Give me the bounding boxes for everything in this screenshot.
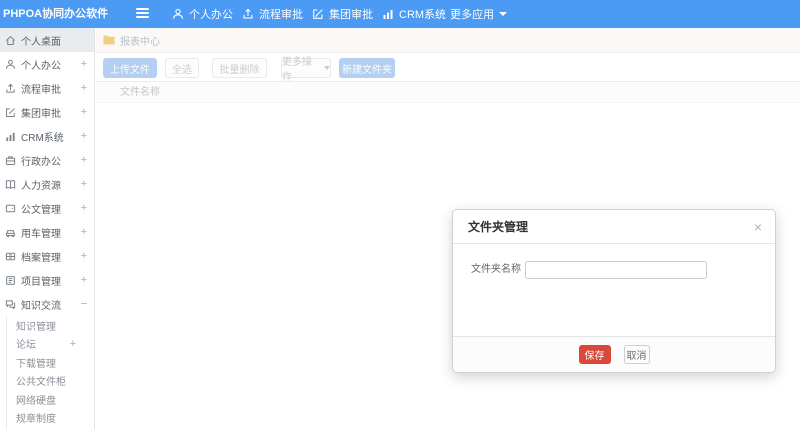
breadcrumb: 报表中心 (96, 28, 800, 53)
nav-item-label: 个人办公 (189, 9, 233, 21)
book-icon (5, 179, 16, 189)
chart-icon (383, 10, 393, 19)
dialog-title: 文件夹管理 (468, 220, 529, 234)
sidebar-item-crm[interactable]: CRM系统 + (0, 124, 94, 148)
sidebar: 个人桌面 个人办公 + 流程审批 + 集团审批 + CRM系统 + 行政办公 +… (0, 28, 95, 429)
dialog-footer: 保存 取消 (453, 336, 775, 372)
sidebar-item-personal-office[interactable]: 个人办公 + (0, 52, 94, 76)
select-all-button[interactable]: 全选 (165, 58, 199, 78)
nav-item-label: 流程审批 (259, 9, 303, 21)
nav-crm-system[interactable]: CRM系统 (382, 0, 446, 28)
expand-icon[interactable]: + (81, 250, 87, 262)
nav-personal-office[interactable]: 个人办公 (172, 0, 233, 28)
expand-icon[interactable]: + (81, 154, 87, 166)
expand-icon[interactable]: + (81, 130, 87, 142)
folder-name-label: 文件夹名称 (471, 264, 521, 275)
nav-group-approval[interactable]: 集团审批 (312, 0, 373, 28)
sidebar-item-hr[interactable]: 人力资源 + (0, 172, 94, 196)
sidebar-item-vehicle-mgmt[interactable]: 用车管理 + (0, 220, 94, 244)
sidebar-subitem-download-mgmt[interactable]: 下载管理 (0, 353, 94, 372)
sidebar-item-group-approval[interactable]: 集团审批 + (0, 100, 94, 124)
menu-toggle-icon[interactable] (136, 8, 150, 20)
expand-icon[interactable]: + (81, 58, 87, 70)
nav-workflow-approval[interactable]: 流程审批 (242, 0, 303, 28)
cancel-button[interactable]: 取消 (623, 345, 650, 364)
sidebar-item-desktop[interactable]: 个人桌面 (0, 28, 94, 52)
expand-icon[interactable]: + (81, 106, 87, 118)
car-icon (5, 229, 16, 237)
nav-item-label: 集团审批 (329, 9, 373, 21)
folder-management-dialog: 文件夹管理 × 文件夹名称 保存 取消 (452, 209, 776, 373)
expand-icon[interactable]: + (81, 82, 87, 94)
chart-icon (6, 132, 15, 141)
sidebar-subitem-forum[interactable]: 论坛 + (0, 335, 94, 354)
batch-delete-button[interactable]: 批量删除 (212, 58, 267, 78)
app-logo: PHPOA协同办公软件 (3, 8, 109, 20)
sidebar-item-archive-mgmt[interactable]: 档案管理 + (0, 244, 94, 268)
flow-icon (6, 83, 15, 93)
sidebar-item-workflow-approval[interactable]: 流程审批 + (0, 76, 94, 100)
sidebar-subitem-network-disk[interactable]: 网络硬盘 (0, 390, 94, 409)
sidebar-item-knowledge-exchange[interactable]: 知识交流 − (0, 292, 94, 316)
archive-icon (5, 252, 16, 260)
briefcase-icon (5, 155, 16, 165)
folder-name-input[interactable] (525, 261, 707, 279)
expand-icon[interactable]: + (81, 202, 87, 214)
app-window: PHPOA协同办公软件 个人办公 流程审批 集团审批 CRM系统 更多应用 个人… (0, 0, 800, 429)
document-folder-icon (5, 204, 16, 212)
nav-item-label: CRM系统 (399, 9, 447, 21)
sidebar-subitem-rules-regulations[interactable]: 规章制度 (0, 409, 94, 428)
nav-item-label: 更多应用 (450, 9, 494, 21)
edit-icon (6, 107, 15, 117)
user-icon (5, 59, 16, 69)
caret-down-icon (499, 12, 507, 16)
dialog-body: 文件夹名称 (453, 244, 775, 336)
save-button[interactable]: 保存 (578, 345, 611, 364)
dialog-header: 文件夹管理 × (453, 210, 775, 244)
sidebar-item-document-mgmt[interactable]: 公文管理 + (0, 196, 94, 220)
home-icon (6, 35, 15, 45)
new-folder-button[interactable]: 新建文件夹 (339, 58, 395, 78)
flow-icon (243, 8, 253, 19)
chat-icon (5, 299, 16, 310)
more-actions-button[interactable]: 更多操作 (281, 57, 331, 83)
sidebar-item-admin-office[interactable]: 行政办公 + (0, 148, 94, 172)
sidebar-item-project-mgmt[interactable]: 项目管理 + (0, 268, 94, 292)
nav-more-apps[interactable]: 更多应用 (450, 0, 507, 28)
close-icon[interactable]: × (754, 220, 762, 234)
top-navbar: PHPOA协同办公软件 个人办公 流程审批 集团审批 CRM系统 更多应用 (0, 0, 800, 28)
project-icon (6, 275, 15, 285)
sidebar-subitem-knowledge-mgmt[interactable]: 知识管理 (0, 316, 94, 335)
user-icon (173, 8, 183, 19)
expand-icon[interactable]: + (70, 338, 76, 350)
breadcrumb-label[interactable]: 报表中心 (120, 33, 160, 48)
folder-icon (103, 35, 115, 45)
sidebar-subitem-public-file-cabinet[interactable]: 公共文件柜 (0, 372, 94, 391)
upload-file-button[interactable]: 上传文件 (103, 58, 157, 78)
edit-icon (313, 9, 323, 19)
expand-icon[interactable]: + (81, 274, 87, 286)
expand-icon[interactable]: + (81, 178, 87, 190)
expand-icon[interactable]: + (81, 226, 87, 238)
caret-down-icon (324, 66, 330, 70)
toolbar: 上传文件 全选 批量删除 更多操作 新建文件夹 (96, 53, 800, 83)
collapse-icon[interactable]: − (81, 298, 87, 310)
file-name-column-header: 文件名称 (96, 81, 800, 103)
